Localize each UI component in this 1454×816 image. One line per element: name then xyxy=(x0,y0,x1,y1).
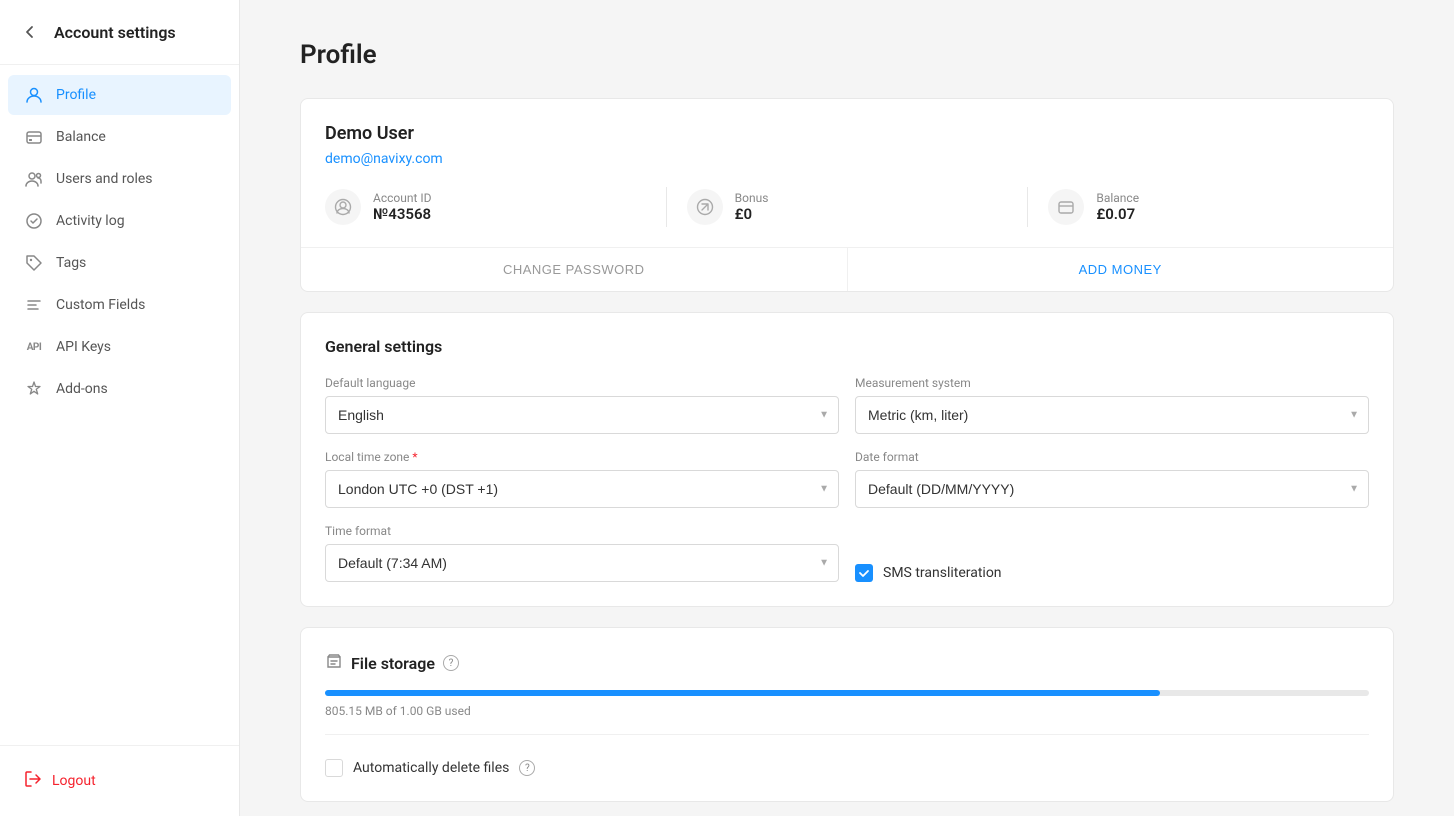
sidebar-title: Account settings xyxy=(54,23,176,42)
storage-label: 805.15 MB of 1.00 GB used xyxy=(325,704,1369,718)
bonus-stat: Bonus £0 xyxy=(687,189,1008,225)
file-storage-card: File storage ? 805.15 MB of 1.00 GB used… xyxy=(300,627,1394,802)
sidebar-item-balance[interactable]: Balance xyxy=(8,117,231,157)
add-money-button[interactable]: ADD MONEY xyxy=(848,248,1394,291)
time-format-select[interactable]: Default (7:34 AM) 24-hour xyxy=(325,544,839,582)
tags-icon xyxy=(24,253,44,273)
auto-delete-row: Automatically delete files ? xyxy=(325,751,1369,777)
sidebar-item-profile[interactable]: Profile xyxy=(8,75,231,115)
stat-divider-1 xyxy=(666,187,667,227)
measurement-system-field: Measurement system Metric (km, liter) Im… xyxy=(855,376,1369,434)
custom-fields-icon xyxy=(24,295,44,315)
sidebar-item-users-roles[interactable]: Users and roles xyxy=(8,159,231,199)
profile-icon xyxy=(24,85,44,105)
general-settings-card: General settings Default language Englis… xyxy=(300,312,1394,607)
card-actions: CHANGE PASSWORD ADD MONEY xyxy=(301,247,1393,291)
local-timezone-field: Local time zone * London UTC +0 (DST +1)… xyxy=(325,450,839,508)
general-settings-title: General settings xyxy=(325,337,1369,356)
default-language-select-wrapper: English Russian Spanish ▼ xyxy=(325,396,839,434)
logout-icon xyxy=(24,770,42,792)
user-stats: Account ID №43568 Bonus £0 xyxy=(325,187,1369,227)
sidebar-item-label: Users and roles xyxy=(56,171,153,187)
sidebar-item-custom-fields[interactable]: Custom Fields xyxy=(8,285,231,325)
storage-bar-container xyxy=(325,690,1369,696)
user-email[interactable]: demo@navixy.com xyxy=(325,151,443,167)
main-content: Profile Demo User demo@navixy.com Accoun… xyxy=(240,0,1454,816)
user-card: Demo User demo@navixy.com Account ID №43… xyxy=(300,98,1394,292)
storage-bar-fill xyxy=(325,690,1160,696)
sidebar-header: Account settings xyxy=(0,0,239,65)
auto-delete-label: Automatically delete files xyxy=(353,760,509,776)
account-id-value: №43568 xyxy=(373,205,432,223)
measurement-system-label: Measurement system xyxy=(855,376,1369,390)
default-language-select[interactable]: English Russian Spanish xyxy=(325,396,839,434)
balance-icon xyxy=(24,127,44,147)
date-format-select[interactable]: Default (DD/MM/YYYY) MM/DD/YYYY YYYY-MM-… xyxy=(855,470,1369,508)
bonus-value: £0 xyxy=(735,205,769,223)
balance-label: Balance xyxy=(1096,191,1139,205)
balance-info: Balance £0.07 xyxy=(1096,191,1139,223)
back-button[interactable] xyxy=(16,18,44,46)
file-storage-header: File storage ? xyxy=(325,652,1369,674)
divider xyxy=(325,734,1369,735)
sms-transliteration-field: SMS transliteration xyxy=(855,524,1369,582)
date-format-select-wrapper: Default (DD/MM/YYYY) MM/DD/YYYY YYYY-MM-… xyxy=(855,470,1369,508)
sidebar-item-api-keys[interactable]: API API Keys xyxy=(8,327,231,367)
bonus-info: Bonus £0 xyxy=(735,191,769,223)
sms-transliteration-label: SMS transliteration xyxy=(883,565,1002,581)
balance-icon xyxy=(1048,189,1084,225)
logout-button[interactable]: Logout xyxy=(16,762,223,800)
account-id-info: Account ID №43568 xyxy=(373,191,432,223)
time-format-select-wrapper: Default (7:34 AM) 24-hour ▼ xyxy=(325,544,839,582)
sidebar-item-label: Custom Fields xyxy=(56,297,145,313)
page-title: Profile xyxy=(300,40,1394,70)
sidebar-item-label: Activity log xyxy=(56,213,125,229)
settings-grid: Default language English Russian Spanish… xyxy=(325,376,1369,582)
file-storage-title: File storage xyxy=(351,654,435,673)
user-name: Demo User xyxy=(325,123,1369,144)
time-format-field: Time format Default (7:34 AM) 24-hour ▼ xyxy=(325,524,839,582)
sidebar-nav: Profile Balance Users and roles Activity… xyxy=(0,65,239,745)
balance-value: £0.07 xyxy=(1096,205,1139,223)
sidebar-item-label: Profile xyxy=(56,87,96,103)
account-id-icon xyxy=(325,189,361,225)
sidebar-footer: Logout xyxy=(0,745,239,816)
local-timezone-select[interactable]: London UTC +0 (DST +1) UTC +0 UTC +1 xyxy=(325,470,839,508)
sidebar-item-label: Add-ons xyxy=(56,381,108,397)
users-icon xyxy=(24,169,44,189)
measurement-system-select[interactable]: Metric (km, liter) Imperial (mi, gallon) xyxy=(855,396,1369,434)
logout-label: Logout xyxy=(52,773,96,789)
measurement-system-select-wrapper: Metric (km, liter) Imperial (mi, gallon)… xyxy=(855,396,1369,434)
api-icon: API xyxy=(24,337,44,357)
account-id-stat: Account ID №43568 xyxy=(325,189,646,225)
auto-delete-checkbox[interactable] xyxy=(325,759,343,777)
sidebar-item-activity-log[interactable]: Activity log xyxy=(8,201,231,241)
help-icon[interactable]: ? xyxy=(443,655,459,671)
sms-transliteration-checkbox[interactable] xyxy=(855,564,873,582)
sidebar-item-label: API Keys xyxy=(56,339,111,355)
bonus-icon xyxy=(687,189,723,225)
change-password-button[interactable]: CHANGE PASSWORD xyxy=(301,248,848,291)
bonus-label: Bonus xyxy=(735,191,769,205)
date-format-field: Date format Default (DD/MM/YYYY) MM/DD/Y… xyxy=(855,450,1369,508)
help-icon-auto-delete[interactable]: ? xyxy=(519,760,535,776)
sms-transliteration-row: SMS transliteration xyxy=(855,556,1369,582)
local-timezone-select-wrapper: London UTC +0 (DST +1) UTC +0 UTC +1 ▼ xyxy=(325,470,839,508)
sidebar-item-tags[interactable]: Tags xyxy=(8,243,231,283)
file-storage-icon xyxy=(325,652,343,674)
sidebar-item-label: Balance xyxy=(56,129,106,145)
balance-stat: Balance £0.07 xyxy=(1048,189,1369,225)
local-timezone-label: Local time zone * xyxy=(325,450,839,464)
activity-log-icon xyxy=(24,211,44,231)
sidebar: Account settings Profile Balance Users a… xyxy=(0,0,240,816)
default-language-field: Default language English Russian Spanish… xyxy=(325,376,839,434)
sidebar-item-add-ons[interactable]: Add-ons xyxy=(8,369,231,409)
date-format-label: Date format xyxy=(855,450,1369,464)
time-format-label: Time format xyxy=(325,524,839,538)
addons-icon xyxy=(24,379,44,399)
default-language-label: Default language xyxy=(325,376,839,390)
sidebar-item-label: Tags xyxy=(56,255,86,271)
stat-divider-2 xyxy=(1027,187,1028,227)
account-id-label: Account ID xyxy=(373,191,432,205)
